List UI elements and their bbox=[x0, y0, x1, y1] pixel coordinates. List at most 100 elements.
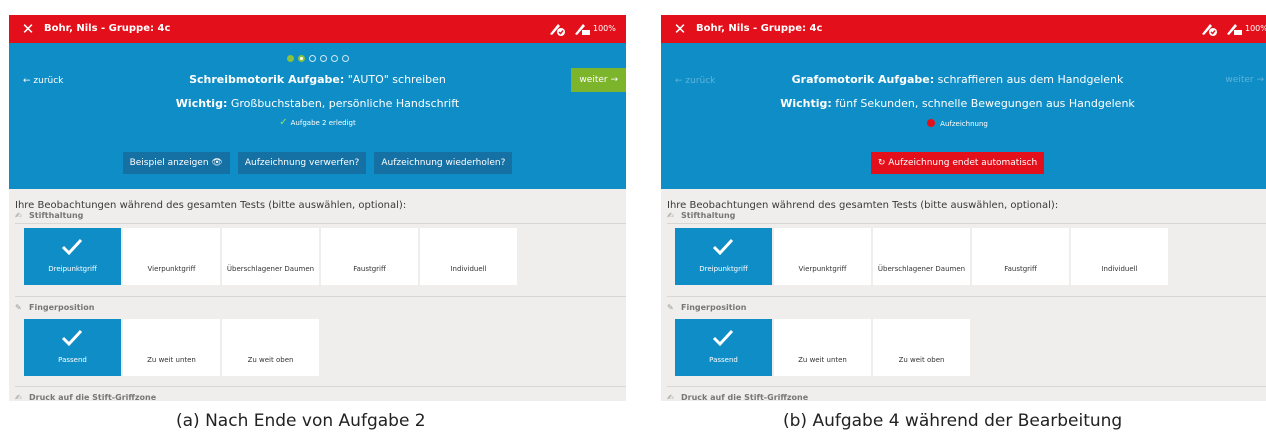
option-label: Passend bbox=[58, 356, 87, 364]
option-label: Zu weit unten bbox=[798, 356, 847, 364]
section-title: Stifthaltung bbox=[29, 211, 84, 220]
option-label: Zu weit oben bbox=[247, 356, 294, 364]
option-label: Individuell bbox=[450, 265, 487, 273]
progress-dot bbox=[308, 55, 316, 62]
pen-battery-icon bbox=[575, 24, 590, 35]
task-header: ← zurück weiter → Grafomotorik Aufgabe: … bbox=[661, 43, 1266, 189]
option-individuell[interactable]: Individuell bbox=[420, 228, 517, 285]
option-vierpunktgriff[interactable]: Vierpunktgriff bbox=[123, 228, 220, 285]
recording-dot-icon bbox=[927, 119, 936, 127]
option-faustgriff[interactable]: Faustgriff bbox=[972, 228, 1069, 285]
pen-check-icon bbox=[550, 24, 565, 36]
pen-check-icon bbox=[1202, 24, 1217, 36]
pressure-icon: ✍ bbox=[667, 393, 674, 401]
important-note: Wichtig: Großbuchstaben, persönliche Han… bbox=[9, 97, 626, 111]
progress-dot-current bbox=[297, 55, 305, 62]
status-text: Aufzeichnung bbox=[940, 120, 988, 128]
recording-auto-end-button[interactable]: ↻ Aufzeichnung endet automatisch bbox=[870, 152, 1045, 174]
close-icon[interactable]: ✕ bbox=[673, 20, 687, 38]
option-zu-weit-unten[interactable]: Zu weit unten bbox=[774, 319, 871, 376]
show-example-button[interactable]: Beispiel anzeigen 👁 bbox=[122, 152, 230, 174]
pen-grip-icon: ✍ bbox=[667, 211, 674, 220]
option-label: Faustgriff bbox=[1004, 265, 1037, 273]
section-finger-position: ✎ Fingerposition bbox=[15, 303, 94, 313]
option-ueberschlagener-daumen[interactable]: Überschlagener Daumen bbox=[222, 228, 319, 285]
action-buttons: ↻ Aufzeichnung endet automatisch bbox=[661, 152, 1260, 174]
task-text: "AUTO" schreiben bbox=[344, 73, 446, 86]
section-pen-grip: ✍ Stifthaltung bbox=[667, 211, 735, 221]
important-text: Großbuchstaben, persönliche Handschrift bbox=[227, 97, 460, 110]
option-zu-weit-unten[interactable]: Zu weit unten bbox=[123, 319, 220, 376]
check-icon: ✓ bbox=[279, 117, 288, 128]
section-title: Stifthaltung bbox=[681, 211, 736, 220]
task-label: Schreibmotorik Aufgabe: bbox=[189, 73, 345, 86]
option-zu-weit-oben[interactable]: Zu weit oben bbox=[873, 319, 970, 376]
option-label: Dreipunktgriff bbox=[48, 265, 97, 273]
battery-percentage: 100% bbox=[1245, 24, 1266, 33]
divider bbox=[667, 386, 1266, 387]
important-text: fünf Sekunden, schnelle Bewegungen aus H… bbox=[831, 97, 1135, 110]
option-passend[interactable]: Passend bbox=[675, 319, 772, 376]
screenshot-b: ✕ Bohr, Nils - Gruppe: 4c 100% ← zurück … bbox=[661, 15, 1266, 401]
option-vierpunktgriff[interactable]: Vierpunktgriff bbox=[774, 228, 871, 285]
discard-recording-button[interactable]: Aufzeichnung verwerfen? bbox=[237, 152, 367, 174]
section-pressure: ✍ Druck auf die Stift-Griffzone bbox=[15, 393, 156, 401]
battery-percentage: 100% bbox=[593, 24, 616, 33]
check-icon bbox=[712, 238, 734, 256]
option-label: Zu weit oben bbox=[898, 356, 945, 364]
divider bbox=[667, 223, 1266, 224]
section-title: Fingerposition bbox=[29, 303, 95, 312]
option-label: Überschlagener Daumen bbox=[877, 265, 966, 273]
progress-dot bbox=[330, 55, 338, 62]
divider bbox=[15, 223, 626, 224]
divider bbox=[15, 296, 626, 297]
option-passend[interactable]: Passend bbox=[24, 319, 121, 376]
option-dreipunktgriff[interactable]: Dreipunktgriff bbox=[675, 228, 772, 285]
option-label: Faustgriff bbox=[353, 265, 386, 273]
student-group-title: Bohr, Nils - Gruppe: 4c bbox=[44, 23, 171, 34]
option-ueberschlagener-daumen[interactable]: Überschlagener Daumen bbox=[873, 228, 970, 285]
status-text: Aufgabe 2 erledigt bbox=[290, 119, 356, 127]
option-label: Vierpunktgriff bbox=[147, 265, 196, 273]
auto-end-label: Aufzeichnung endet automatisch bbox=[888, 158, 1038, 168]
caption-a: (a) Nach Ende von Aufgabe 2 bbox=[176, 411, 426, 431]
important-label: Wichtig: bbox=[780, 97, 832, 110]
progress-dots bbox=[9, 55, 626, 62]
recording-status: Aufzeichnung bbox=[661, 119, 1260, 129]
option-zu-weit-oben[interactable]: Zu weit oben bbox=[222, 319, 319, 376]
important-label: Wichtig: bbox=[175, 97, 228, 110]
task-header: ← zurück weiter → Schreibmotorik Aufgabe… bbox=[9, 43, 626, 189]
pen-battery-icon bbox=[1227, 24, 1242, 35]
progress-dot bbox=[341, 55, 349, 62]
finger-position-icon: ✎ bbox=[667, 303, 674, 312]
task-label: Grafomotorik Aufgabe: bbox=[791, 73, 935, 86]
progress-dot bbox=[286, 55, 294, 62]
check-icon bbox=[712, 329, 734, 347]
task-title: Grafomotorik Aufgabe: schraffieren aus d… bbox=[661, 73, 1260, 87]
caption-b: (b) Aufgabe 4 während der Bearbeitung bbox=[783, 411, 1123, 431]
option-label: Überschlagener Daumen bbox=[226, 265, 315, 273]
action-buttons: Beispiel anzeigen 👁 Aufzeichnung verwerf… bbox=[9, 152, 626, 174]
task-status: ✓ Aufgabe 2 erledigt bbox=[9, 118, 626, 128]
eye-icon: 👁 bbox=[211, 158, 223, 168]
app-titlebar: ✕ Bohr, Nils - Gruppe: 4c 100% bbox=[661, 15, 1266, 43]
app-titlebar: ✕ Bohr, Nils - Gruppe: 4c 100% bbox=[9, 15, 626, 43]
option-label: Passend bbox=[709, 356, 738, 364]
important-note: Wichtig: fünf Sekunden, schnelle Bewegun… bbox=[661, 97, 1260, 111]
option-faustgriff[interactable]: Faustgriff bbox=[321, 228, 418, 285]
show-example-label: Beispiel anzeigen bbox=[129, 158, 209, 168]
close-icon[interactable]: ✕ bbox=[21, 20, 35, 38]
finger-position-icon: ✎ bbox=[15, 303, 22, 312]
task-text: schraffieren aus dem Handgelenk bbox=[934, 73, 1124, 86]
option-label: Dreipunktgriff bbox=[699, 265, 748, 273]
check-icon bbox=[61, 329, 83, 347]
repeat-recording-button[interactable]: Aufzeichnung wiederholen? bbox=[374, 152, 513, 174]
section-title: Druck auf die Stift-Griffzone bbox=[29, 393, 157, 401]
section-finger-position: ✎ Fingerposition bbox=[667, 303, 746, 313]
option-individuell[interactable]: Individuell bbox=[1071, 228, 1168, 285]
refresh-icon: ↻ bbox=[877, 158, 886, 168]
option-label: Individuell bbox=[1101, 265, 1138, 273]
section-pressure: ✍ Druck auf die Stift-Griffzone bbox=[667, 393, 808, 401]
option-dreipunktgriff[interactable]: Dreipunktgriff bbox=[24, 228, 121, 285]
student-group-title: Bohr, Nils - Gruppe: 4c bbox=[696, 23, 823, 34]
